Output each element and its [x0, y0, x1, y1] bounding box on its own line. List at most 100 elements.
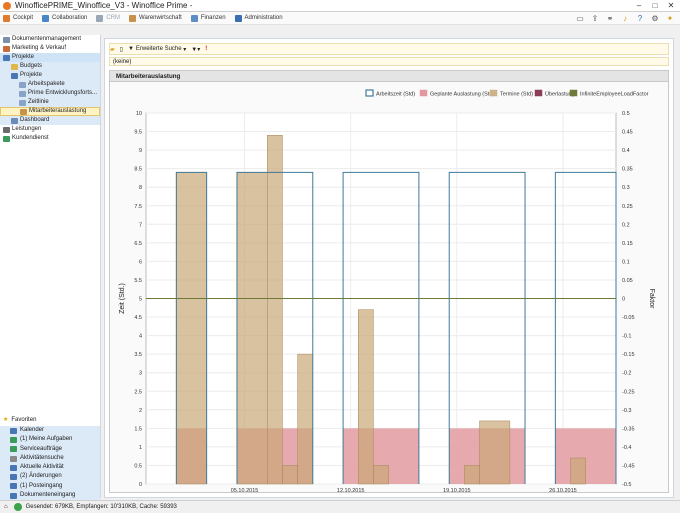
x-tick-label: 12.10.2015 [337, 488, 365, 492]
favorites-list: Kalender (1) Meine Aufgaben Serviceaufträg… [0, 426, 100, 501]
sidebar-item-label: Zeitlinie [28, 99, 49, 105]
legend-label: Geplante Auslastung (Std) [430, 92, 494, 98]
appointment-bar [373, 465, 389, 485]
sidebar-item-arbeitspakete[interactable]: Arbeitspakete [0, 80, 100, 89]
y-tick-label: 4.5 [134, 315, 142, 321]
favorite-item[interactable]: (1) Posteingang [0, 482, 100, 491]
home-icon[interactable]: ⌂ [4, 504, 8, 510]
y-axis-label: Zeit (Std.) [119, 283, 126, 314]
y-tick-label: 6.5 [134, 241, 142, 247]
sidebar-item-projekte[interactable]: Projekte [0, 71, 100, 80]
favorite-icon [10, 427, 17, 434]
sidebar-item-dashboard[interactable]: Dashboard [0, 116, 100, 125]
y2-axis-label: Faktor [648, 289, 655, 310]
menu-item-administration[interactable]: Administration [234, 14, 283, 22]
y-tick-label: 0 [139, 482, 142, 488]
y-tick-label: 8.5 [134, 167, 142, 173]
help-icon[interactable]: ? [634, 13, 646, 24]
y2-tick-label: -0.25 [622, 389, 635, 395]
top-right-toolbar: ▭ ⇪ ⚭ ♪ ? ⚙ ✦ [571, 13, 676, 24]
y2-tick-label: -0.45 [622, 463, 635, 469]
sidebar-item-mitarbeiterauslastung[interactable]: Mitarbeiterauslastung [0, 107, 100, 116]
sidebar-item-projekte[interactable]: Projekte [0, 53, 100, 62]
y-tick-label: 3.5 [134, 352, 142, 358]
sidebar-item-label: Dokumentenmanagement [12, 36, 82, 42]
favorite-item[interactable]: Kalender [0, 426, 100, 435]
sidebar-item-marketing-verkauf[interactable]: Marketing & Verkauf [0, 44, 100, 53]
sidebar-item-label: Projekte [20, 72, 43, 78]
sidebar-item-icon [11, 117, 18, 124]
favorite-item[interactable]: (1) Meine Aufgaben [0, 435, 100, 444]
sidebar-item-icon [19, 99, 26, 106]
appointment-bar [570, 457, 586, 485]
sidebar-item-zeitlinie[interactable]: Zeitlinie [0, 98, 100, 107]
bell-icon[interactable]: ♪ [619, 13, 631, 24]
sidebar-item-label: Prime Entwicklungsforts... [28, 90, 98, 96]
favorite-item[interactable]: Aktuelle Aktivität [0, 463, 100, 472]
appointment-bar [267, 135, 283, 485]
close-button[interactable]: ✕ [664, 0, 678, 12]
advanced-search-button[interactable]: ▼ Erweiterte Suche ▾ [128, 46, 186, 53]
pin-icon[interactable]: ✦ [664, 13, 676, 24]
favorite-item[interactable]: (2) Änderungen [0, 472, 100, 481]
y2-tick-label: 0.1 [622, 259, 630, 265]
y-tick-label: 7 [139, 222, 142, 228]
x-tick-label: 19.10.2015 [443, 488, 471, 492]
menu-item-cockpit[interactable]: Cockpit [3, 14, 33, 22]
y-tick-label: 3 [139, 371, 142, 377]
sidebar-item-prime-entwicklungsforts-[interactable]: Prime Entwicklungsforts... [0, 89, 100, 98]
filter-dropdown-button[interactable]: ▼▾ [191, 46, 200, 53]
minimize-button[interactable]: – [632, 0, 646, 12]
menu-item-label: Collaboration [52, 15, 88, 21]
sidebar-item-kundendienst[interactable]: Kundendienst [0, 134, 100, 143]
y-tick-label: 2.5 [134, 389, 142, 395]
sidebar-item-label: Kundendienst [12, 135, 49, 141]
menu-item-label: Administration [244, 15, 283, 21]
sidebar-item-label: Marketing & Verkauf [12, 45, 67, 51]
connection-status-icon [13, 503, 22, 511]
link-icon[interactable]: ⚭ [604, 13, 616, 24]
sidebar-item-leistungen[interactable]: Leistungen [0, 125, 100, 134]
sidebar-item-icon [19, 90, 26, 97]
gear-icon[interactable]: ⚙ [649, 13, 661, 24]
favorite-item[interactable]: Dokumenteneingang [0, 491, 100, 500]
module-icon [234, 14, 242, 22]
legend-label: InfiniteEmployeeLoadFactor [580, 92, 649, 98]
appointment-bar [282, 465, 298, 485]
y-tick-label: 9.5 [134, 130, 142, 136]
favorite-icon [10, 492, 17, 499]
filter-icon: ▼ [127, 46, 134, 52]
favorite-icon [10, 474, 17, 481]
sidebar-item-label: Budgets [20, 63, 43, 69]
favorite-label: Serviceaufträge [20, 445, 63, 452]
menu-item-finanzen[interactable]: Finanzen [190, 14, 226, 22]
y2-tick-label: -0.4 [622, 445, 631, 451]
sidebar-item-label: Mitarbeiterauslastung [29, 108, 87, 114]
legend-swatch [419, 89, 428, 97]
window-icon[interactable]: ▭ [574, 13, 586, 24]
menu-item-crm[interactable]: CRM [96, 14, 120, 22]
folder-open-icon[interactable]: ▰ [110, 46, 115, 53]
y2-tick-label: 0.3 [622, 185, 630, 191]
sidebar-item-icon [3, 54, 10, 61]
alert-icon[interactable]: ! [205, 46, 207, 52]
document-icon[interactable]: ▯ [120, 46, 123, 53]
menu-item-collaboration[interactable]: Collaboration [42, 14, 88, 22]
y2-tick-label: 0.05 [622, 278, 633, 284]
module-icon [129, 14, 137, 22]
favorites-header[interactable]: ★ Favoriten [0, 415, 100, 425]
sidebar-item-label: Leistungen [12, 126, 42, 132]
favorite-item[interactable]: Serviceaufträge [0, 445, 100, 454]
sidebar-item-dokumentenmanagement[interactable]: Dokumentenmanagement [0, 35, 100, 44]
y2-tick-label: 0.25 [622, 204, 633, 210]
favorite-label: Aktuelle Aktivität [20, 464, 64, 471]
module-icon [190, 14, 198, 22]
favorite-label: (1) Posteingang [20, 482, 63, 489]
menu-item-warenwirtschaft[interactable]: Warenwirtschaft [129, 14, 182, 22]
export-icon[interactable]: ⇪ [589, 13, 601, 24]
maximize-button[interactable]: □ [648, 0, 662, 12]
favorite-item[interactable]: Aktivitätensuche [0, 454, 100, 463]
y-tick-label: 1.5 [134, 426, 142, 432]
module-icon [3, 14, 10, 22]
sidebar-item-budgets[interactable]: Budgets [0, 62, 100, 71]
